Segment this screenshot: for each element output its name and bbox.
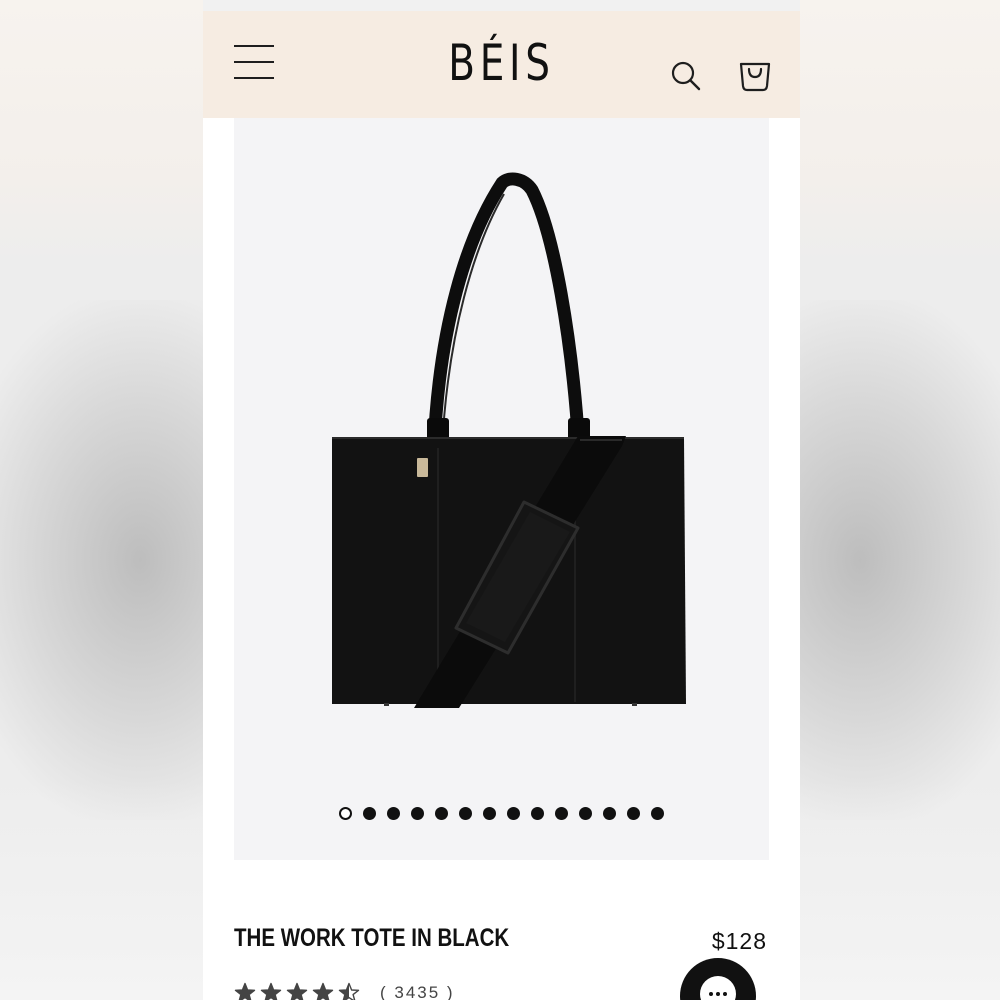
star-icon	[286, 982, 308, 1000]
gallery-dot-8[interactable]	[507, 807, 520, 820]
status-strip	[203, 0, 800, 11]
gallery-dot-11[interactable]	[579, 807, 592, 820]
star-icon	[260, 982, 282, 1000]
gallery-dot-9[interactable]	[531, 807, 544, 820]
product-rating[interactable]: ( 3435 )	[234, 982, 455, 1000]
gallery-dot-12[interactable]	[603, 807, 616, 820]
cart-button[interactable]	[738, 57, 772, 93]
gallery-pagination	[234, 807, 769, 820]
gallery-dot-7[interactable]	[483, 807, 496, 820]
gallery-dot-4[interactable]	[411, 807, 424, 820]
gallery-dot-1[interactable]	[339, 807, 352, 820]
search-icon	[671, 61, 701, 91]
star-icon	[338, 982, 360, 1000]
product-image-tote-bag	[332, 172, 686, 708]
gallery-dot-13[interactable]	[627, 807, 640, 820]
site-header: BÉIS	[203, 11, 800, 118]
search-button[interactable]	[669, 59, 703, 93]
product-gallery[interactable]	[234, 118, 769, 860]
gallery-dot-6[interactable]	[459, 807, 472, 820]
product-title: THE WORK TOTE IN BLACK	[234, 924, 510, 952]
star-icon	[312, 982, 334, 1000]
gallery-dot-3[interactable]	[387, 807, 400, 820]
rating-stars	[234, 982, 360, 1000]
brand-logo[interactable]: BÉIS	[269, 34, 735, 92]
gallery-dot-14[interactable]	[651, 807, 664, 820]
chat-button[interactable]	[680, 958, 756, 1000]
gallery-dot-2[interactable]	[363, 807, 376, 820]
gallery-dot-10[interactable]	[555, 807, 568, 820]
phone-screen: BÉIS THE WORK TOTE IN BLACK $128 (3435 …	[203, 0, 800, 1000]
shopping-bag-icon	[739, 62, 771, 92]
chat-bubble-icon	[700, 976, 736, 1000]
gallery-dot-5[interactable]	[435, 807, 448, 820]
product-price: $128	[711, 928, 767, 954]
review-count[interactable]: ( 3435 )	[380, 983, 455, 1000]
star-icon	[234, 982, 256, 1000]
